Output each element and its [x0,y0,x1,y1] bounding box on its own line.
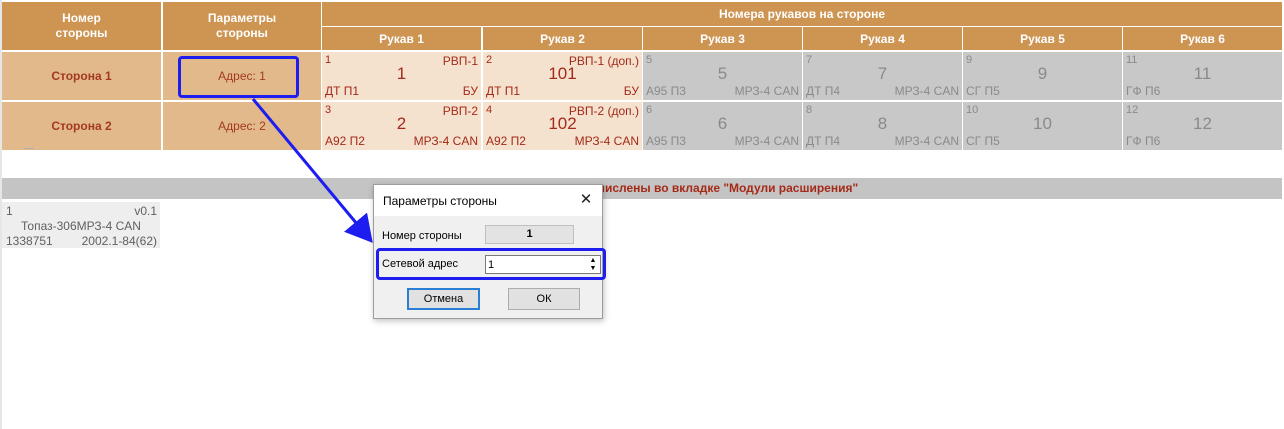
annotation-arrow [251,98,373,243]
